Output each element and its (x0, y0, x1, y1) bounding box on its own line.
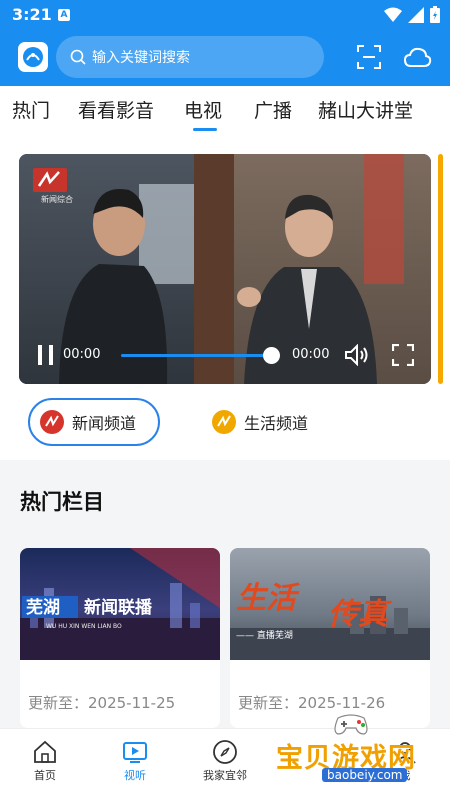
svg-text:生活: 生活 (236, 581, 301, 616)
current-time: 00:00 (63, 347, 101, 362)
video-player[interactable]: 新闻综合 00:00 00:00 (19, 154, 431, 384)
logo-icon (23, 47, 43, 67)
nav-neighbors[interactable]: 我家宜邻 (190, 739, 260, 783)
search-placeholder: 输入关键词搜索 (92, 50, 190, 66)
channel-life-button[interactable]: 生活频道 (206, 398, 326, 446)
gamepad-icon (334, 714, 368, 735)
pause-icon[interactable] (35, 344, 57, 366)
tab-radio[interactable]: 广播 (254, 96, 292, 123)
scan-icon[interactable] (356, 44, 382, 70)
card-update-text: 更新至：2025-11-26 (238, 694, 386, 712)
channel-news-button[interactable]: 新闻频道 (28, 398, 160, 446)
home-icon (34, 740, 56, 763)
nav-neighbors-label: 我家宜邻 (203, 769, 247, 782)
search-icon (70, 49, 86, 65)
tab-tv[interactable]: 电视 (184, 96, 222, 123)
program-thumbnail: 芜湖 新闻联播 WU HU XIN WEN LIAN BO (20, 548, 220, 660)
tab-video-audio[interactable]: 看看影音 (78, 96, 154, 123)
watermark-url: baobeiy.com (322, 768, 408, 782)
signal-icon (408, 6, 424, 23)
watermark: 宝贝游戏网 baobeiy.com (276, 712, 446, 792)
section-title: 热门栏目 (20, 490, 104, 514)
total-time: 00:00 (292, 347, 330, 362)
category-tabs: 热门 看看影音 电视 广播 赭山大讲堂 (0, 86, 450, 138)
card-update-text: 更新至：2025-11-25 (28, 694, 176, 712)
tv-play-icon (123, 742, 147, 763)
svg-text:WU HU XIN WEN LIAN BO: WU HU XIN WEN LIAN BO (46, 623, 122, 630)
nav-media-label: 视听 (124, 769, 146, 782)
notification-icon: A (58, 9, 70, 21)
program-thumbnail: 生活 传真 —— 直播芜湖 (230, 548, 430, 660)
video-controls: 00:00 00:00 (19, 334, 431, 376)
compass-icon (213, 740, 237, 764)
news-channel-icon (40, 410, 64, 434)
progress-bar[interactable] (121, 354, 271, 357)
svg-text:芜湖: 芜湖 (26, 597, 60, 618)
nav-media[interactable]: 视听 (100, 739, 170, 783)
channel-logo-text: 新闻综合 (41, 195, 73, 204)
app-header: 3:21 A 输入关键词搜索 (0, 0, 450, 86)
svg-text:—— 直播芜湖: —— 直播芜湖 (236, 629, 293, 641)
active-tab-indicator (193, 128, 217, 131)
status-icons (384, 6, 440, 23)
tab-lecture-hall[interactable]: 赭山大讲堂 (318, 96, 413, 123)
status-bar: 3:21 A (0, 0, 450, 30)
channel-logo (33, 168, 67, 192)
nav-home-label: 首页 (34, 769, 56, 782)
wifi-icon (384, 7, 402, 22)
channel-news-label: 新闻频道 (72, 414, 137, 433)
news-thumbnail-art: 芜湖 新闻联播 WU HU XIN WEN LIAN BO (20, 548, 220, 660)
battery-icon (430, 6, 440, 23)
tab-hot[interactable]: 热门 (12, 96, 50, 123)
fullscreen-icon[interactable] (392, 344, 414, 366)
channel-life-label: 生活频道 (244, 414, 309, 433)
svg-text:传真: 传真 (328, 597, 392, 632)
status-time: 3:21 (12, 5, 52, 24)
progress-knob[interactable] (263, 347, 280, 364)
channel-logo-icon (37, 171, 60, 187)
app-logo[interactable] (18, 42, 48, 72)
nav-home[interactable]: 首页 (10, 739, 80, 783)
program-card[interactable]: 生活 传真 —— 直播芜湖 更新至：2025-11-26 (230, 548, 430, 728)
life-channel-icon (212, 410, 236, 434)
next-slide-edge (438, 154, 443, 384)
weather-cloud-icon[interactable] (404, 44, 432, 70)
volume-icon[interactable] (344, 344, 370, 366)
life-thumbnail-art: 生活 传真 —— 直播芜湖 (230, 581, 430, 660)
svg-text:新闻联播: 新闻联播 (84, 597, 153, 618)
program-card[interactable]: 芜湖 新闻联播 WU HU XIN WEN LIAN BO 更新至：2025-1… (20, 548, 220, 728)
search-input[interactable]: 输入关键词搜索 (56, 36, 324, 78)
